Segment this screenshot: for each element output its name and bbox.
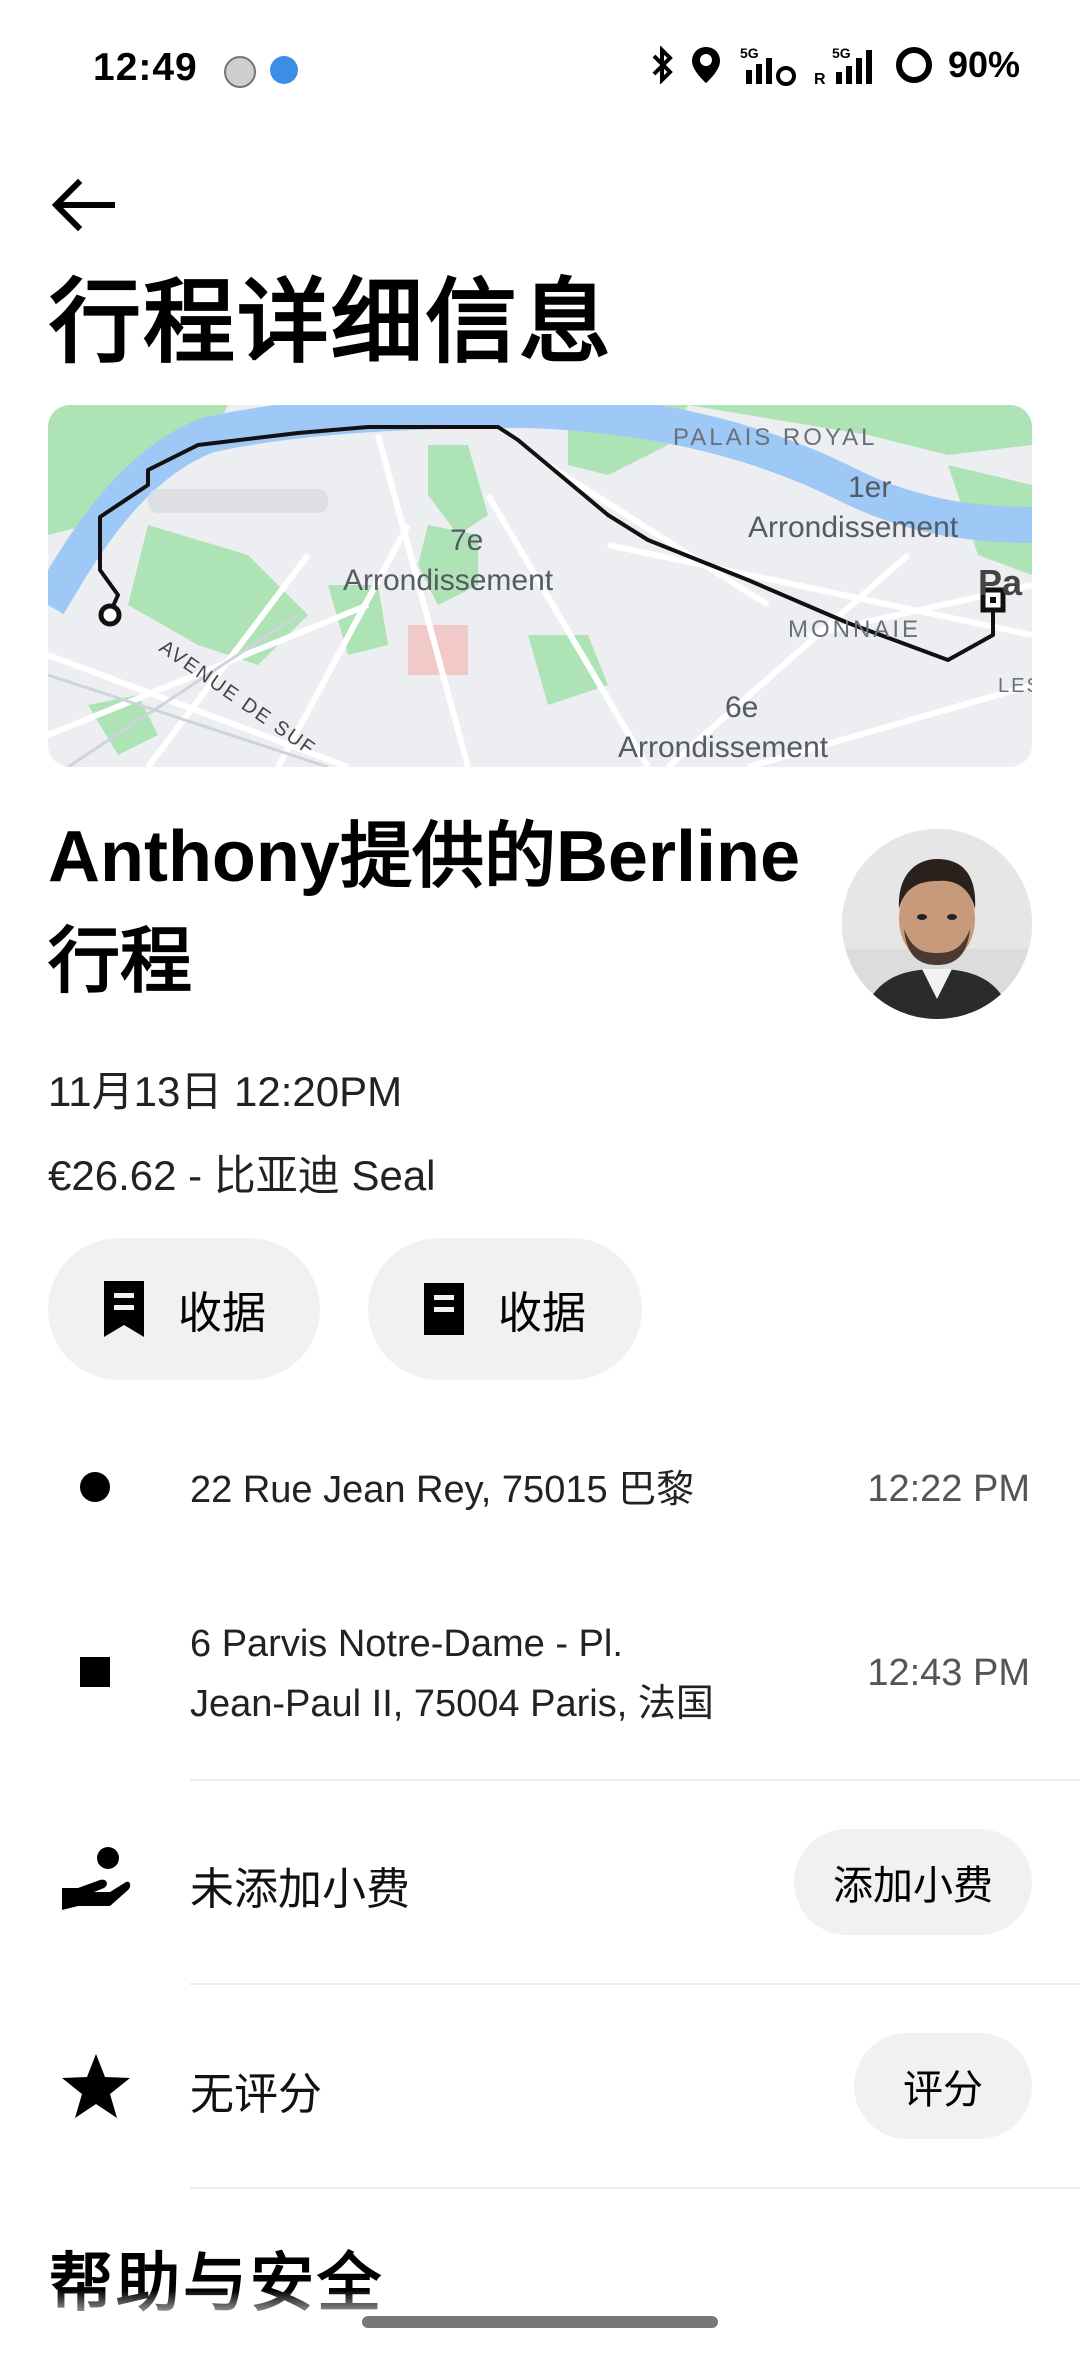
svg-text:5G: 5G (832, 45, 851, 61)
svg-text:5G: 5G (740, 45, 759, 61)
star-icon (62, 2054, 130, 2118)
status-time: 12:49 (93, 46, 198, 89)
pickup-time: 12:22 PM (867, 1468, 1030, 1510)
tip-status-label: 未添加小费 (190, 1865, 410, 1914)
map-label-monnaie: MONNAIE (788, 616, 921, 643)
battery-ring-icon (895, 47, 932, 83)
receipt-bookmark-icon (104, 1281, 144, 1337)
rating-status-label: 无评分 (190, 2070, 322, 2119)
route-start-marker (98, 603, 122, 627)
map-label-palais-royal: PALAIS ROYAL (673, 424, 878, 451)
back-button[interactable] (48, 170, 118, 240)
svg-text:R: R (814, 71, 826, 86)
receipt-document-label: 收据 (498, 1289, 586, 1338)
divider (190, 1983, 1080, 1985)
map-label-1er-arr: Arrondissement (748, 511, 959, 544)
divider (190, 1779, 1080, 1781)
page-title: 行程详细信息 (49, 272, 614, 374)
tip-hand-icon (62, 1847, 131, 1910)
trip-datetime: 11月13日 12:20PM (48, 1068, 403, 1115)
app-notification-icon (270, 56, 298, 84)
receipt-button-label: 收据 (178, 1289, 266, 1338)
status-bar: 12:49 5G 5G R 90% (0, 0, 1080, 140)
bluetooth-icon (652, 46, 673, 84)
dropoff-address: 6 Parvis Notre-Dame - Pl. Jean-Paul II, … (190, 1614, 714, 1734)
divider (190, 2187, 1080, 2189)
map-label-7e-arr: Arrondissement (343, 564, 554, 597)
dropoff-address-line2: Jean-Paul II, 75004 Paris, 法国 (190, 1683, 714, 1725)
map-label-7e: 7e (450, 524, 483, 557)
pickup-address: 22 Rue Jean Rey, 75015 巴黎 (190, 1469, 695, 1511)
dropoff-time: 12:43 PM (867, 1652, 1030, 1694)
signal-5g-roaming-icon: 5G R (814, 45, 872, 86)
dropoff-square-icon (80, 1657, 110, 1687)
add-tip-button[interactable]: 添加小费 (794, 1829, 1032, 1935)
app-notification-icon (224, 56, 256, 88)
map-label-paris: Pa (978, 562, 1023, 603)
signal-5g-icon: 5G (740, 45, 796, 86)
battery-percent: 90% (947, 44, 1020, 85)
driver-avatar (842, 829, 1032, 1019)
receipt-document-button[interactable]: 收据 (368, 1238, 642, 1380)
trip-route-map[interactable]: PALAIS ROYAL 1er Arrondissement 7e Arron… (48, 405, 1032, 767)
pickup-dot-icon (80, 1472, 110, 1502)
rate-button[interactable]: 评分 (854, 2033, 1032, 2139)
home-indicator[interactable] (362, 2316, 718, 2328)
trip-heading: Anthony提供的Berline行程 (48, 817, 801, 1002)
map-label-1er: 1er (848, 471, 891, 504)
status-icons: 5G 5G R 90% (650, 44, 1020, 86)
map-label-les: LES (998, 675, 1032, 697)
map-label-6e: 6e (725, 691, 758, 724)
receipt-button[interactable]: 收据 (48, 1238, 320, 1380)
map-label-6e-arr: Arrondissement (618, 731, 829, 764)
map-canvas: PALAIS ROYAL 1er Arrondissement 7e Arron… (48, 405, 1032, 767)
location-icon (691, 47, 720, 83)
dropoff-address-line1: 6 Parvis Notre-Dame - Pl. (190, 1623, 623, 1665)
trip-fare: €26.62 - 比亚迪 Seal (48, 1152, 436, 1199)
arrow-left-icon (51, 178, 115, 232)
receipt-document-icon (424, 1283, 464, 1335)
